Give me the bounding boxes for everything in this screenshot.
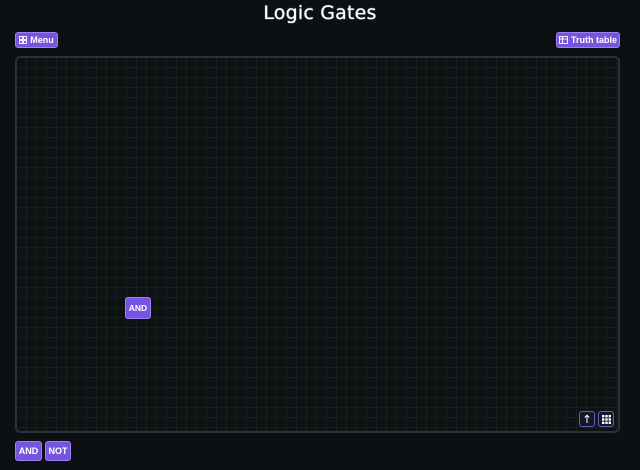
- canvas-gate-and[interactable]: AND: [125, 297, 151, 319]
- palette-not-button[interactable]: NOT: [45, 441, 71, 461]
- palette-and-button[interactable]: AND: [15, 441, 42, 461]
- menu-button[interactable]: Menu: [15, 32, 58, 48]
- arrow-up-icon: [583, 414, 591, 424]
- table-icon: [559, 36, 568, 44]
- truth-table-button[interactable]: Truth table: [556, 32, 620, 48]
- circuit-canvas[interactable]: AND: [15, 56, 620, 433]
- grid-icon: [19, 36, 28, 44]
- app-title: Logic Gates: [263, 2, 377, 24]
- menu-button-label: Menu: [30, 35, 54, 45]
- app-window: Logic Gates Menu Truth table AND AND NOT: [0, 0, 640, 470]
- grid-toggle-button[interactable]: [598, 411, 614, 427]
- grid-dots-icon: [601, 414, 611, 424]
- truth-table-button-label: Truth table: [570, 35, 617, 45]
- arrow-up-button[interactable]: [579, 411, 595, 427]
